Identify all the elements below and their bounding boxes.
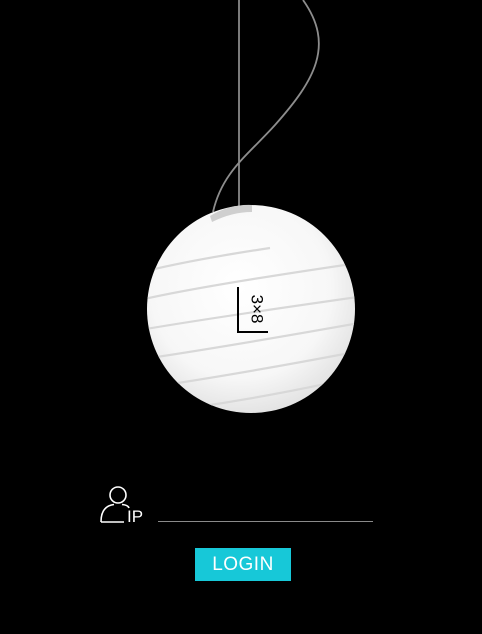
ip-label: IP bbox=[127, 507, 143, 526]
user-icon: IP bbox=[100, 486, 143, 526]
brand-logo-text: 3×8 bbox=[248, 295, 267, 324]
login-button[interactable]: LOGIN bbox=[195, 548, 291, 581]
ip-input[interactable] bbox=[158, 498, 373, 522]
pendant-lamp-illustration: 3×8 bbox=[147, 0, 355, 413]
lamp-cord bbox=[212, 0, 320, 213]
